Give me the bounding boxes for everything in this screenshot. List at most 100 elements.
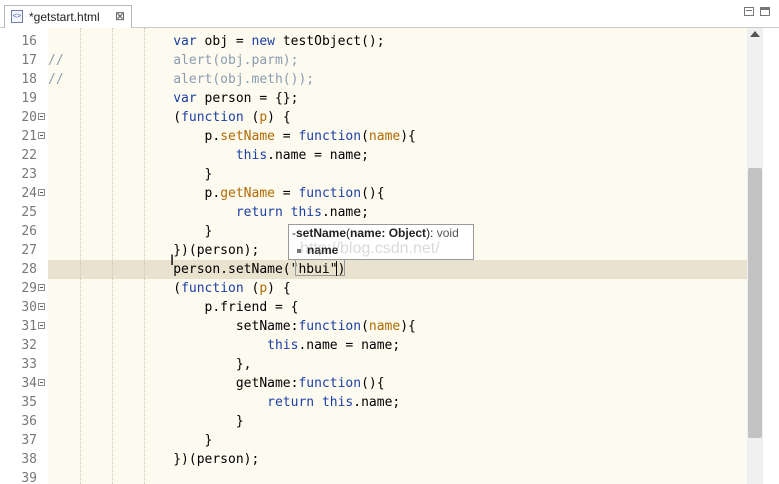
code-token: ) { (267, 110, 291, 125)
line-number: 33 (21, 357, 37, 372)
code-text: } (48, 412, 244, 431)
code-token: person = {}; (196, 91, 299, 106)
keyword-token: this (235, 148, 268, 163)
fold-collapse-icon[interactable] (38, 189, 45, 196)
text-cursor (336, 261, 337, 276)
code-text: })(person); (48, 241, 259, 260)
code-line: 38 })(person); (0, 450, 747, 469)
fold-collapse-icon[interactable] (38, 303, 45, 310)
scroll-up-arrow-icon[interactable] (750, 31, 760, 37)
line-number: 36 (21, 414, 37, 429)
keyword-token: function (181, 110, 244, 125)
code-token: .name = name; (298, 338, 401, 353)
code-token: = (274, 129, 299, 144)
code-line: 19 var person = {}; (0, 89, 747, 108)
keyword-token: var (173, 34, 197, 49)
code-line: 36 } (0, 412, 747, 431)
line-number: 24 (21, 186, 37, 201)
tab-getstart-html[interactable]: <> *getstart.html ⊠ (4, 5, 132, 28)
line-number: 32 (21, 338, 37, 353)
code-token: ){ (400, 129, 416, 144)
code-token: ( (243, 281, 260, 296)
code-text: })(person); (48, 450, 259, 469)
code-text: }, (48, 355, 252, 374)
code-token: .name; (353, 395, 401, 410)
line-number: 26 (21, 224, 37, 239)
keyword-token: var (173, 91, 197, 106)
code-token: .name = name; (267, 148, 369, 163)
close-icon[interactable]: ⊠ (115, 9, 125, 23)
code-token: testObject(); (275, 34, 385, 49)
code-token: obj = (196, 34, 252, 49)
code-line: 22 this.name = name; (0, 146, 747, 165)
code-text: setName:function(name){ (48, 317, 416, 336)
code-token: ( (243, 110, 260, 125)
code-text: (function (p) { (48, 279, 290, 298)
minimize-icon[interactable] (744, 7, 754, 16)
line-number: 35 (21, 395, 37, 410)
code-token: ){ (400, 319, 416, 334)
code-text: p.friend = { (48, 298, 299, 317)
code-line: 31 setName:function(name){ (0, 317, 747, 336)
code-text: getName:function(){ (48, 374, 385, 393)
identifier-token: setName (220, 129, 275, 144)
code-line: 16 var obj = new testObject(); (0, 32, 747, 51)
line-number: 39 (21, 471, 37, 484)
comment-token: // alert(obj.parm); (48, 53, 299, 68)
keyword-token: this (290, 205, 322, 220)
code-text: (function (p) { (48, 108, 291, 127)
line-number: 16 (21, 34, 37, 49)
tab-title: *getstart.html (29, 10, 100, 24)
code-token: } (48, 167, 213, 182)
line-number: 27 (21, 243, 37, 258)
line-number: 22 (21, 148, 37, 163)
code-line: 21 p.setName = function(name){ (0, 127, 747, 146)
code-token: })(person); (48, 243, 260, 258)
code-token: p.friend = { (48, 300, 299, 315)
line-number: 18 (21, 72, 37, 87)
html-file-icon: <> (11, 10, 23, 23)
code-line: 33 }, (0, 355, 747, 374)
code-text: // alert(obj.parm); (48, 51, 298, 70)
code-token: (){ (361, 376, 385, 391)
code-token: p. (48, 186, 221, 201)
fold-collapse-icon[interactable] (38, 113, 45, 120)
line-number: 38 (21, 452, 37, 467)
code-line: 17 // alert(obj.parm); (0, 51, 747, 70)
code-text: } (48, 165, 213, 184)
code-text: p.getName = function(){ (48, 184, 385, 203)
line-number: 21 (21, 129, 37, 144)
code-token: } (48, 414, 244, 429)
fold-collapse-icon[interactable] (38, 284, 45, 291)
code-line: 39 (0, 469, 747, 484)
keyword-token: new (251, 34, 275, 49)
fold-collapse-icon[interactable] (38, 132, 45, 139)
code-token: ( (361, 129, 369, 144)
code-line: 35 return this.name; (0, 393, 747, 412)
scroll-thumb[interactable] (748, 168, 762, 438)
code-line: 23 } (0, 165, 747, 184)
code-token: (){ (361, 186, 385, 201)
code-text: // alert(obj.meth()); (48, 70, 314, 89)
code-line: 24 p.getName = function(){ (0, 184, 747, 203)
maximize-icon[interactable] (760, 7, 770, 16)
code-text: return this.name; (48, 393, 400, 412)
code-text: this.name = name; (48, 336, 400, 355)
fold-collapse-icon[interactable] (38, 379, 45, 386)
comment-token: // alert(obj.meth()); (48, 72, 315, 87)
fold-collapse-icon[interactable] (38, 322, 45, 329)
code-text: var obj = new testObject(); (48, 32, 385, 51)
line-number: 25 (21, 205, 37, 220)
keyword-token: function (298, 186, 362, 201)
code-token: ( (361, 319, 369, 334)
watermark: http://blog.csdn.net/ (300, 240, 440, 257)
line-number: 37 (21, 433, 37, 448)
vertical-scrollbar[interactable] (747, 28, 763, 484)
code-token: .name; (321, 205, 369, 220)
identifier-token: name (368, 319, 401, 334)
